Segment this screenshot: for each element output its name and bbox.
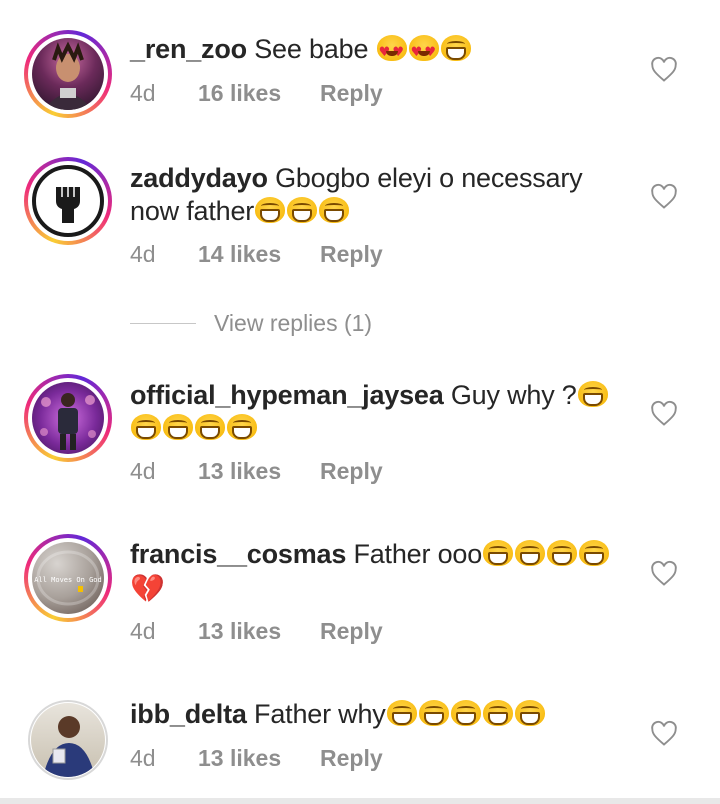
- grinning-emoji-icon: [482, 700, 513, 726]
- heart-eyes-emoji-icon: [376, 35, 407, 69]
- divider: [130, 323, 196, 324]
- comment-meta: 4d 14 likes Reply: [130, 241, 383, 268]
- reply-button[interactable]: Reply: [320, 80, 383, 107]
- grinning-emoji-icon: [579, 540, 610, 566]
- avatar-photo: [40, 393, 96, 450]
- grinning-emoji-icon: [163, 414, 193, 440]
- reply-button[interactable]: Reply: [320, 745, 383, 772]
- comment-username[interactable]: zaddydayo: [130, 163, 268, 193]
- comment-meta: 4d 13 likes Reply: [130, 745, 383, 772]
- comment-username[interactable]: _ren_zoo: [130, 34, 247, 64]
- comment-likes[interactable]: 16 likes: [198, 80, 320, 107]
- grinning-emoji-icon: [547, 540, 578, 566]
- grinning-emoji-icon: [418, 700, 449, 726]
- avatar[interactable]: [24, 30, 112, 118]
- grinning-emoji-icon: [319, 197, 350, 223]
- view-replies-label: View replies (1): [214, 310, 373, 336]
- comment-time: 4d: [130, 458, 156, 484]
- comment-text: _ren_zoo See babe: [130, 33, 620, 69]
- grinning-emoji-icon: [514, 700, 545, 726]
- comment-username[interactable]: francis__cosmas: [130, 539, 346, 569]
- comment-text: official_hypeman_jaysea Guy why ?: [130, 379, 620, 445]
- comment-likes[interactable]: 13 likes: [198, 618, 320, 645]
- like-heart-icon[interactable]: [650, 183, 678, 211]
- grinning-emoji-icon: [386, 700, 417, 726]
- grinning-emoji-icon: [440, 35, 471, 61]
- avatar[interactable]: [28, 700, 108, 780]
- grinning-emoji-icon: [227, 414, 257, 440]
- comment-meta: 4d 16 likes Reply: [130, 80, 383, 107]
- comment-username[interactable]: ibb_delta: [130, 699, 247, 729]
- comment-body: Guy why ?: [450, 380, 577, 410]
- grinning-emoji-icon: [131, 414, 161, 440]
- comment-likes[interactable]: 13 likes: [198, 458, 320, 485]
- broken-heart-emoji-icon: 💔: [130, 572, 165, 605]
- reply-button[interactable]: Reply: [320, 458, 383, 485]
- grinning-emoji-icon: [577, 381, 608, 407]
- reply-button[interactable]: Reply: [320, 618, 383, 645]
- comment-body: Father why: [254, 699, 386, 729]
- comment-time: 4d: [130, 618, 156, 644]
- view-replies-link[interactable]: View replies (1): [130, 310, 372, 337]
- comment-likes[interactable]: 14 likes: [198, 241, 320, 268]
- like-heart-icon[interactable]: [650, 560, 678, 588]
- like-heart-icon[interactable]: [650, 56, 678, 84]
- comment-time: 4d: [130, 80, 156, 106]
- bottom-divider: [0, 798, 720, 804]
- grinning-emoji-icon: [483, 540, 514, 566]
- comment-time: 4d: [130, 745, 156, 771]
- avatar-caption: All Moves On God: [34, 576, 101, 584]
- comment-text: ibb_delta Father why: [130, 698, 620, 731]
- comment-text: zaddydayo Gbogbo eleyi o necessary now f…: [130, 162, 620, 228]
- comment-body: See babe: [254, 34, 369, 64]
- grinning-emoji-icon: [195, 414, 225, 440]
- grinning-emoji-icon: [515, 540, 546, 566]
- comment-meta: 4d 13 likes Reply: [130, 618, 383, 645]
- like-heart-icon[interactable]: [650, 400, 678, 428]
- comment-time: 4d: [130, 241, 156, 267]
- heart-eyes-emoji-icon: [408, 35, 439, 69]
- avatar[interactable]: [24, 157, 112, 245]
- avatar[interactable]: [24, 374, 112, 462]
- grinning-emoji-icon: [450, 700, 481, 726]
- comment-text: francis__cosmas Father ooo 💔: [130, 538, 620, 604]
- avatar-photo: [43, 716, 95, 777]
- like-heart-icon[interactable]: [650, 720, 678, 748]
- grinning-emoji-icon: [287, 197, 318, 223]
- comment-body: Father ooo: [353, 539, 483, 569]
- avatar[interactable]: All Moves On God: [24, 534, 112, 622]
- reply-button[interactable]: Reply: [320, 241, 383, 268]
- avatar-photo: All Moves On God: [34, 550, 102, 606]
- comment-username[interactable]: official_hypeman_jaysea: [130, 380, 444, 410]
- grinning-emoji-icon: [255, 197, 286, 223]
- avatar-photo: [44, 41, 92, 110]
- raised-fist-icon: [40, 173, 96, 229]
- comment-meta: 4d 13 likes Reply: [130, 458, 383, 485]
- comment-likes[interactable]: 13 likes: [198, 745, 320, 772]
